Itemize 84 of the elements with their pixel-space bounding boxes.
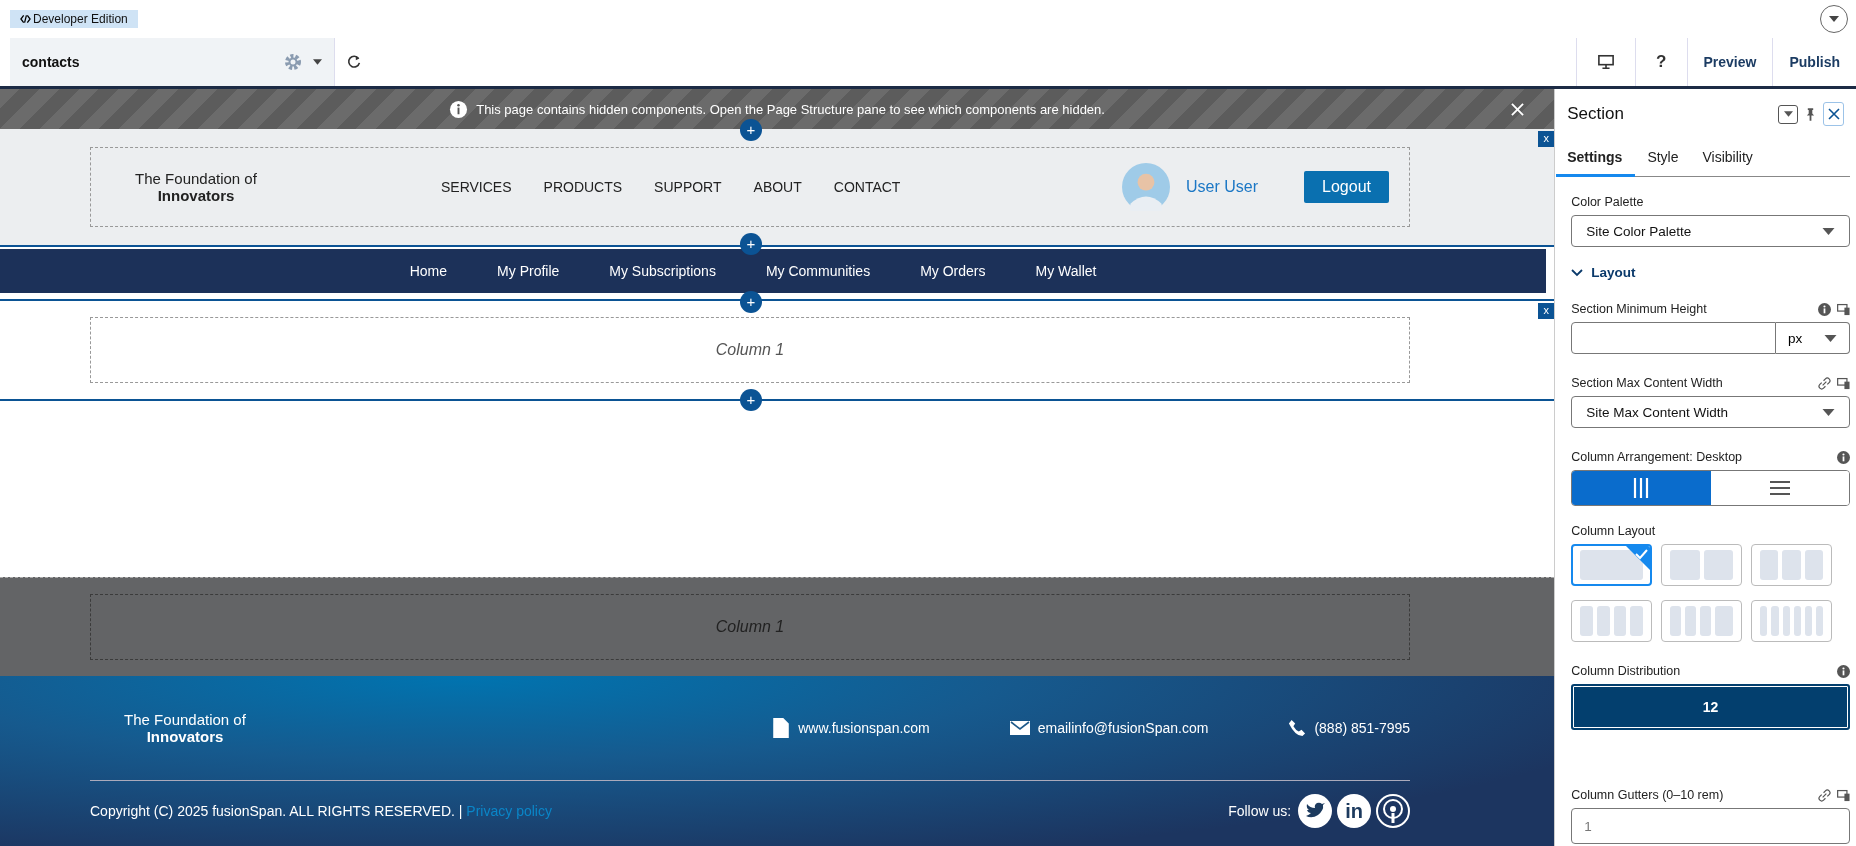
column-placeholder[interactable]: Column 1 [90, 317, 1410, 383]
document-icon [772, 718, 791, 738]
add-button[interactable]: + [740, 291, 762, 313]
close-icon[interactable] [1827, 108, 1840, 120]
close-tag[interactable]: x [1538, 303, 1555, 319]
bird-icon[interactable] [1298, 794, 1333, 828]
nav-link[interactable]: Home [409, 263, 448, 279]
panel-menu-button[interactable] [1778, 104, 1798, 124]
close-tag[interactable]: x [1538, 131, 1555, 147]
devices-icon[interactable] [1837, 302, 1850, 316]
logout-button[interactable]: Logout [1304, 171, 1389, 203]
caret-icon[interactable] [1822, 227, 1835, 235]
phone-icon [1288, 718, 1307, 738]
user-name-link[interactable]: User User [1186, 178, 1259, 196]
contact-text: www.fusionspan.com [798, 720, 930, 736]
field-label: Column Gutters (0–10 rem) [1571, 788, 1725, 802]
pin-icon[interactable] [1806, 107, 1815, 121]
columns-option[interactable] [1572, 471, 1711, 505]
link-icon[interactable] [1818, 788, 1831, 802]
code-icon [20, 14, 31, 24]
refresh-icon[interactable] [345, 53, 363, 71]
columns-icon[interactable] [1633, 478, 1650, 498]
column-layout-option[interactable] [1571, 544, 1653, 586]
nav-link[interactable]: My Profile [497, 263, 560, 279]
copyright-text: Copyright (C) 2025 fusionSpan. ALL RIGHTS RESERVED. | Privacy policy [90, 803, 552, 819]
page-selector[interactable]: contacts [10, 38, 335, 86]
mail-icon [1009, 721, 1030, 735]
info-icon [449, 99, 469, 119]
info-icon[interactable] [1837, 450, 1850, 464]
panel-tab[interactable]: Visibility [1690, 139, 1765, 176]
menu-link[interactable]: PRODUCTS [543, 179, 623, 195]
menu-link[interactable]: CONTACT [833, 179, 901, 195]
info-icon[interactable] [1818, 302, 1831, 316]
footer-logo: The Foundation of Innovators [123, 711, 247, 745]
caret-icon[interactable] [1822, 408, 1835, 416]
follow-label: Follow us: [1228, 803, 1292, 819]
layout-toggle[interactable]: Layout [1571, 265, 1850, 280]
rows-icon[interactable] [1769, 480, 1790, 496]
notice-text: This page contains hidden components. Open the Page Structure pane to see which components are hidden. [476, 101, 1105, 117]
menu-link[interactable]: SUPPORT [654, 179, 722, 195]
menu-link[interactable]: SERVICES [441, 179, 512, 195]
caret-icon[interactable] [1824, 334, 1837, 342]
caret-icon[interactable] [1829, 16, 1839, 22]
nav-link[interactable]: My Orders [920, 263, 986, 279]
social-link[interactable]: in [1337, 794, 1372, 828]
add-button[interactable]: + [740, 119, 762, 141]
monitor-icon[interactable] [1597, 54, 1616, 70]
nav-link[interactable]: My Communities [765, 263, 871, 279]
panel-tab[interactable]: Settings [1556, 139, 1636, 177]
unit-select[interactable]: px [1776, 322, 1850, 354]
nav-link[interactable]: My Subscriptions [609, 263, 716, 279]
field-label: Color Palette [1571, 195, 1645, 209]
close-button[interactable] [1823, 102, 1844, 126]
info-icon[interactable] [1837, 664, 1850, 678]
field-label: Section Minimum Height [1571, 302, 1708, 316]
field-label: Column Distribution [1571, 664, 1682, 678]
contact-text: (888) 851-7995 [1314, 720, 1411, 736]
caret-icon[interactable] [1783, 111, 1793, 117]
checkmark-icon [1626, 546, 1651, 570]
color-palette-select[interactable]: Site Color Palette [1571, 215, 1850, 247]
field-label: Section Max Content Width [1571, 376, 1724, 390]
devices-icon[interactable] [1837, 376, 1850, 390]
field-label: Column Arrangement: Desktop [1571, 450, 1744, 464]
field-label: Column Layout [1571, 524, 1657, 538]
caret-icon[interactable] [313, 59, 322, 65]
gutters-input[interactable]: 1 [1571, 808, 1850, 844]
settings-icon[interactable] [283, 52, 303, 72]
avatar-icon [1122, 163, 1171, 211]
add-button[interactable]: + [740, 389, 762, 411]
podcast-icon[interactable] [1376, 794, 1411, 828]
edition-badge: Developer Edition [10, 10, 138, 28]
nav-link[interactable]: My Wallet [1035, 263, 1097, 279]
chevron-icon[interactable] [1571, 268, 1584, 277]
menu-dropdown-button[interactable] [1820, 5, 1848, 33]
panel-tab[interactable]: Style [1635, 139, 1691, 176]
panel-title: Section [1567, 104, 1625, 124]
link-icon[interactable] [1818, 376, 1831, 390]
menu-link[interactable]: ABOUT [753, 179, 802, 195]
column-distribution-bar[interactable]: 12 [1571, 684, 1850, 730]
site-logo: The Foundation of Innovators [134, 170, 258, 204]
max-width-select[interactable]: Site Max Content Width [1571, 396, 1850, 428]
devices-icon[interactable] [1837, 788, 1850, 802]
contact-text: emailinfo@fusionSpan.com [1037, 720, 1209, 736]
min-height-input[interactable] [1571, 322, 1776, 354]
